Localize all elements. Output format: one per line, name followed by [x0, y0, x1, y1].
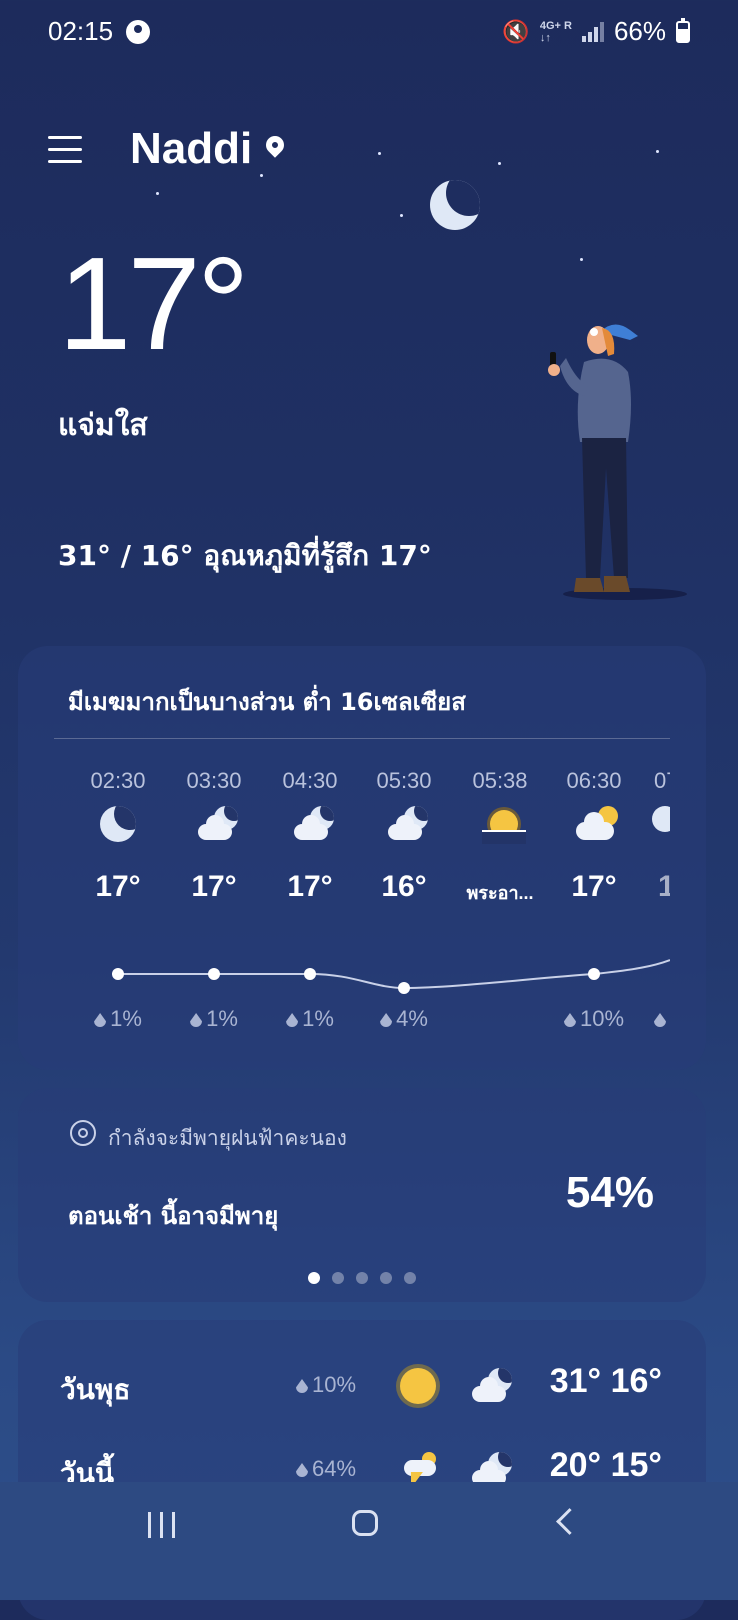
battery-icon	[676, 17, 690, 43]
page-dot[interactable]	[332, 1272, 344, 1284]
moon-icon	[652, 806, 670, 846]
moon-illustration	[430, 180, 480, 230]
star-decoration	[498, 162, 501, 165]
moon-icon	[100, 806, 140, 846]
page-dot[interactable]	[404, 1272, 416, 1284]
current-temperature: 17°	[58, 230, 250, 377]
network-indicator: 4G+ R ↓↑	[539, 19, 572, 44]
status-time: 02:15	[48, 16, 114, 46]
sunrise-icon	[482, 806, 526, 846]
page-dot[interactable]	[380, 1272, 392, 1284]
cloud-sun-icon	[576, 806, 618, 846]
recent-apps-icon[interactable]	[148, 1512, 178, 1538]
battery-percent: 66%	[613, 16, 666, 46]
back-icon[interactable]	[556, 1508, 583, 1535]
daily-row[interactable]: วันพุธ 10% 31° 16°	[18, 1354, 706, 1424]
hourly-scroll[interactable]: 02:30 17° 1% 03:30 17° 1% 04:30 17° 1% 0…	[54, 738, 670, 1070]
storm-title: กำลังจะมีพายุฝนฟ้าคะนอง	[108, 1126, 347, 1150]
temperature-graph	[112, 959, 670, 994]
menu-icon[interactable]	[48, 136, 82, 164]
account-icon	[126, 20, 150, 44]
star-decoration	[260, 174, 263, 177]
raindrop-icon	[654, 1013, 666, 1027]
signal-icon	[581, 21, 604, 42]
location-pin-icon	[262, 132, 288, 158]
star-decoration	[400, 214, 403, 217]
star-decoration	[378, 152, 381, 155]
status-right: 🔇 4G+ R ↓↑ 66%	[502, 16, 690, 47]
cloud-moon-icon	[470, 1368, 514, 1404]
raindrop-icon	[296, 1463, 308, 1477]
raindrop-icon	[296, 1379, 308, 1393]
home-icon[interactable]	[352, 1510, 378, 1536]
raindrop-icon	[563, 1013, 576, 1027]
raindrop-icon	[94, 1013, 107, 1027]
storm-alert-card[interactable]: กำลังจะมีพายุฝนฟ้าคะนอง ตอนเช้า นี้อาจมี…	[18, 1088, 706, 1302]
raindrop-icon	[190, 1013, 203, 1027]
cloud-moon-icon	[196, 806, 238, 846]
status-bar: 02:15 🔇 4G+ R ↓↑ 66%	[0, 0, 738, 62]
raindrop-icon	[380, 1013, 393, 1027]
star-decoration	[656, 150, 659, 153]
city-name[interactable]: Naddi	[130, 124, 252, 174]
navigation-bar	[0, 1482, 738, 1600]
raindrop-icon	[286, 1013, 299, 1027]
hourly-forecast-card[interactable]: มีเมฆมากเป็นบางส่วน ต่ำ 16เซลเซียส 02:30…	[18, 646, 706, 1070]
temp-range-feels-like: 31° / 16° อุณหภูมิที่รู้สึก 17°	[58, 539, 432, 572]
storm-icon	[70, 1120, 96, 1146]
storm-text: ตอนเช้า นี้อาจมีพายุ	[68, 1202, 279, 1230]
page-indicator[interactable]	[18, 1272, 706, 1284]
person-illustration	[548, 324, 687, 600]
sun-icon	[400, 1368, 436, 1404]
star-decoration	[156, 192, 159, 195]
cloud-moon-icon	[292, 806, 334, 846]
mute-icon: 🔇	[502, 18, 530, 44]
current-condition: แจ่มใส	[58, 408, 148, 443]
storm-percent: 54%	[565, 1168, 654, 1217]
forecast-summary: มีเมฆมากเป็นบางส่วน ต่ำ 16เซลเซียส	[68, 688, 466, 716]
star-decoration	[580, 258, 583, 261]
page-dot[interactable]	[308, 1272, 320, 1284]
page-dot[interactable]	[356, 1272, 368, 1284]
cloud-moon-icon	[386, 806, 428, 846]
